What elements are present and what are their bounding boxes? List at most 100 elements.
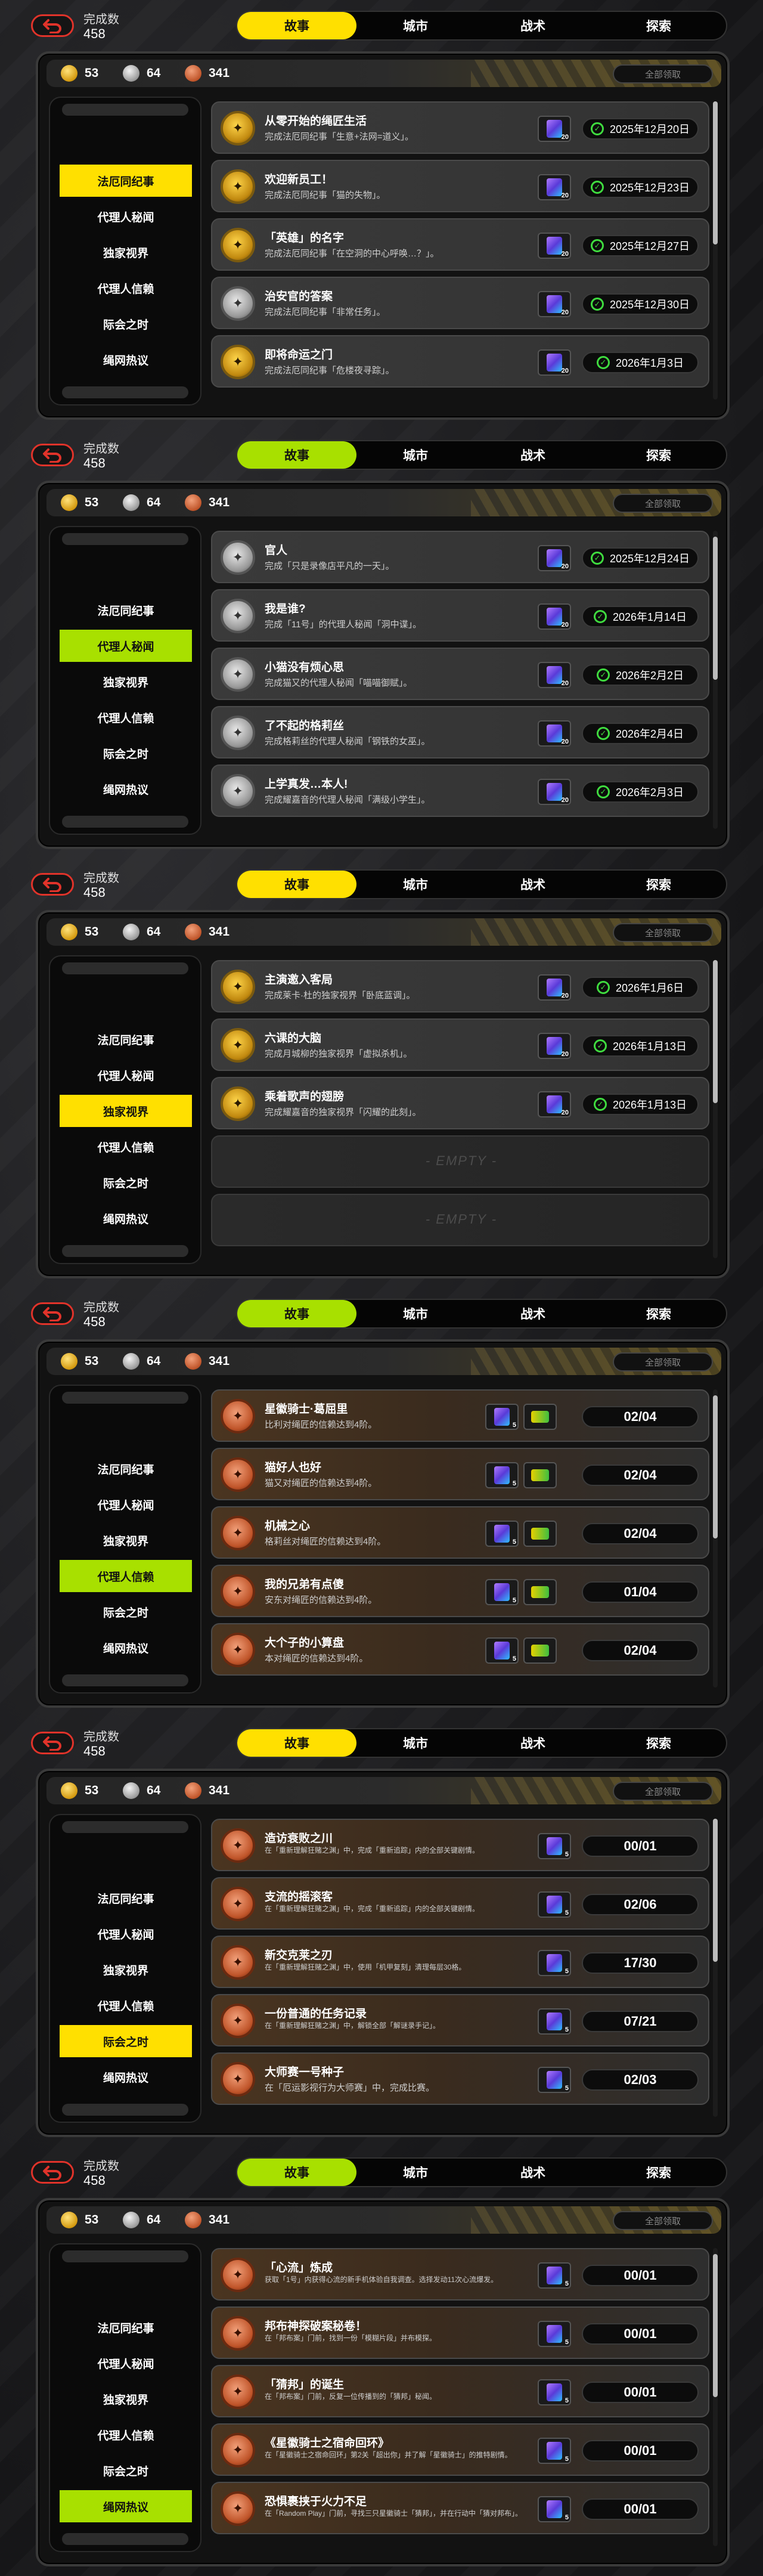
sidebar-item-3[interactable]: 独家视界 bbox=[60, 1953, 192, 1986]
sidebar-item-1[interactable]: 法厄同纪事 bbox=[60, 1023, 192, 1055]
sidebar-item-5[interactable]: 际会之时 bbox=[60, 2025, 192, 2057]
tab-4[interactable]: 探索 bbox=[591, 2159, 726, 2186]
list-scrollbar[interactable] bbox=[713, 960, 718, 1258]
sidebar-scroll-up[interactable] bbox=[62, 2250, 188, 2262]
sidebar-item-6[interactable]: 绳网热议 bbox=[60, 1202, 192, 1234]
tab-3[interactable]: 战术 bbox=[474, 1300, 591, 1327]
sidebar-item-6[interactable]: 绳网热议 bbox=[60, 343, 192, 376]
sidebar-item-1[interactable]: 法厄同纪事 bbox=[60, 1453, 192, 1485]
back-button[interactable] bbox=[31, 1302, 74, 1325]
sidebar-item-2[interactable]: 代理人秘闻 bbox=[60, 1918, 192, 1950]
tab-2[interactable]: 城市 bbox=[356, 2159, 474, 2186]
achievement-medal-icon: ✦ bbox=[221, 111, 255, 145]
sidebar-item-2[interactable]: 代理人秘闻 bbox=[60, 1059, 192, 1091]
list-scrollbar[interactable] bbox=[713, 101, 718, 400]
sidebar-item-3[interactable]: 独家视界 bbox=[60, 2383, 192, 2415]
tab-3[interactable]: 战术 bbox=[474, 441, 591, 469]
sidebar-item-4[interactable]: 代理人信赖 bbox=[60, 1131, 192, 1163]
sidebar-item-4[interactable]: 代理人信赖 bbox=[60, 701, 192, 733]
sidebar-scroll-down[interactable] bbox=[62, 2104, 188, 2116]
claim-all-button[interactable]: 全部领取 bbox=[613, 923, 713, 942]
back-button[interactable] bbox=[31, 2161, 74, 2184]
list-scrollbar[interactable] bbox=[713, 531, 718, 829]
tab-1[interactable]: 故事 bbox=[237, 2159, 356, 2186]
tab-2[interactable]: 城市 bbox=[356, 12, 474, 39]
tab-2[interactable]: 城市 bbox=[356, 1729, 474, 1757]
tab-1[interactable]: 故事 bbox=[237, 1300, 356, 1327]
list-scrollbar-thumb[interactable] bbox=[713, 2254, 718, 2397]
tab-1[interactable]: 故事 bbox=[237, 12, 356, 39]
sidebar-item-2[interactable]: 代理人秘闻 bbox=[60, 1488, 192, 1521]
tab-1[interactable]: 故事 bbox=[237, 871, 356, 898]
sidebar-item-2[interactable]: 代理人秘闻 bbox=[60, 2347, 192, 2379]
sidebar-item-5[interactable]: 际会之时 bbox=[60, 737, 192, 769]
sidebar-item-6[interactable]: 绳网热议 bbox=[60, 1631, 192, 1664]
sidebar-item-2[interactable]: 代理人秘闻 bbox=[60, 630, 192, 662]
tab-1[interactable]: 故事 bbox=[237, 441, 356, 469]
sidebar-scroll-down[interactable] bbox=[62, 1674, 188, 1686]
sidebar-item-4[interactable]: 代理人信赖 bbox=[60, 272, 192, 304]
tab-2[interactable]: 城市 bbox=[356, 871, 474, 898]
back-button[interactable] bbox=[31, 444, 74, 466]
tab-3[interactable]: 战术 bbox=[474, 871, 591, 898]
claim-all-button[interactable]: 全部领取 bbox=[613, 2211, 713, 2230]
sidebar-scroll-down[interactable] bbox=[62, 1245, 188, 1257]
sidebar-scroll-up[interactable] bbox=[62, 1821, 188, 1833]
sidebar-item-3[interactable]: 独家视界 bbox=[60, 1524, 192, 1556]
sidebar-item-5[interactable]: 际会之时 bbox=[60, 1166, 192, 1199]
sidebar-scroll-up[interactable] bbox=[62, 1392, 188, 1404]
sidebar-item-3[interactable]: 独家视界 bbox=[60, 665, 192, 698]
claim-all-button[interactable]: 全部领取 bbox=[613, 64, 713, 83]
sidebar-item-1[interactable]: 法厄同纪事 bbox=[60, 594, 192, 626]
back-button[interactable] bbox=[31, 14, 74, 37]
sidebar-item-3[interactable]: 独家视界 bbox=[60, 1095, 192, 1127]
tab-3[interactable]: 战术 bbox=[474, 1729, 591, 1757]
sidebar-item-6[interactable]: 绳网热议 bbox=[60, 2061, 192, 2093]
tab-2[interactable]: 城市 bbox=[356, 1300, 474, 1327]
tab-1[interactable]: 故事 bbox=[237, 1729, 356, 1757]
sidebar-item-6[interactable]: 绳网热议 bbox=[60, 773, 192, 805]
sidebar-item-1[interactable]: 法厄同纪事 bbox=[60, 165, 192, 197]
sidebar-item-6[interactable]: 绳网热议 bbox=[60, 2490, 192, 2522]
sidebar-item-5[interactable]: 际会之时 bbox=[60, 308, 192, 340]
sidebar-scroll-down[interactable] bbox=[62, 816, 188, 828]
list-scrollbar-thumb[interactable] bbox=[713, 1819, 718, 1962]
claim-all-button[interactable]: 全部领取 bbox=[613, 494, 713, 513]
sidebar-item-2[interactable]: 代理人秘闻 bbox=[60, 200, 192, 233]
sidebar-scroll-down[interactable] bbox=[62, 2533, 188, 2545]
sidebar-item-5[interactable]: 际会之时 bbox=[60, 1596, 192, 1628]
sidebar-item-1[interactable]: 法厄同纪事 bbox=[60, 2311, 192, 2343]
completion-count-label: 完成数 bbox=[83, 442, 119, 456]
back-button[interactable] bbox=[31, 873, 74, 896]
tab-2[interactable]: 城市 bbox=[356, 441, 474, 469]
list-scrollbar[interactable] bbox=[713, 1389, 718, 1688]
back-button[interactable] bbox=[31, 1732, 74, 1754]
reward-quantity: 20 bbox=[561, 1051, 569, 1058]
tab-4[interactable]: 探索 bbox=[591, 871, 726, 898]
tab-4[interactable]: 探索 bbox=[591, 1729, 726, 1757]
tab-4[interactable]: 探索 bbox=[591, 441, 726, 469]
polychrome-icon bbox=[547, 2012, 562, 2030]
sidebar-scroll-up[interactable] bbox=[62, 533, 188, 545]
tab-4[interactable]: 探索 bbox=[591, 1300, 726, 1327]
sidebar-item-4[interactable]: 代理人信赖 bbox=[60, 2419, 192, 2451]
sidebar-scroll-down[interactable] bbox=[62, 386, 188, 398]
sidebar-scroll-up[interactable] bbox=[62, 104, 188, 116]
tab-3[interactable]: 战术 bbox=[474, 2159, 591, 2186]
list-scrollbar-thumb[interactable] bbox=[713, 960, 718, 1103]
tab-4[interactable]: 探索 bbox=[591, 12, 726, 39]
sidebar-item-1[interactable]: 法厄同纪事 bbox=[60, 1882, 192, 1914]
list-scrollbar[interactable] bbox=[713, 1819, 718, 2117]
sidebar-item-4[interactable]: 代理人信赖 bbox=[60, 1989, 192, 2021]
sidebar-item-4[interactable]: 代理人信赖 bbox=[60, 1560, 192, 1592]
sidebar-scroll-up[interactable] bbox=[62, 962, 188, 974]
claim-all-button[interactable]: 全部领取 bbox=[613, 1782, 713, 1801]
tab-3[interactable]: 战术 bbox=[474, 12, 591, 39]
sidebar-item-3[interactable]: 独家视界 bbox=[60, 236, 192, 268]
claim-all-button[interactable]: 全部领取 bbox=[613, 1352, 713, 1371]
sidebar-item-5[interactable]: 际会之时 bbox=[60, 2454, 192, 2487]
list-scrollbar[interactable] bbox=[713, 2248, 718, 2546]
list-scrollbar-thumb[interactable] bbox=[713, 1395, 718, 1538]
list-scrollbar-thumb[interactable] bbox=[713, 537, 718, 680]
list-scrollbar-thumb[interactable] bbox=[713, 101, 718, 244]
